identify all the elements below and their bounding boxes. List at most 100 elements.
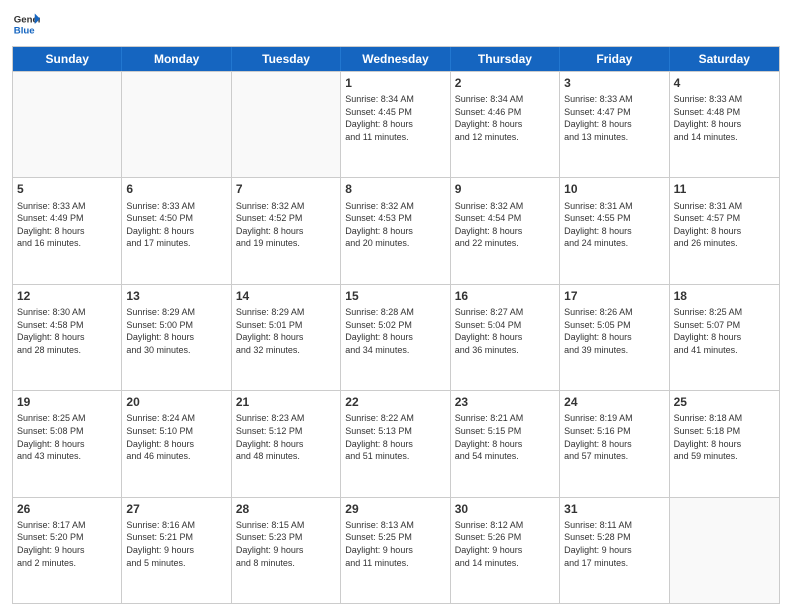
day-number: 20 xyxy=(126,394,226,410)
day-number: 24 xyxy=(564,394,664,410)
day-cell-30: 30Sunrise: 8:12 AM Sunset: 5:26 PM Dayli… xyxy=(451,498,560,603)
cell-info: Sunrise: 8:34 AM Sunset: 4:46 PM Dayligh… xyxy=(455,93,555,143)
cell-info: Sunrise: 8:18 AM Sunset: 5:18 PM Dayligh… xyxy=(674,412,775,462)
cell-info: Sunrise: 8:26 AM Sunset: 5:05 PM Dayligh… xyxy=(564,306,664,356)
day-number: 22 xyxy=(345,394,445,410)
day-number: 30 xyxy=(455,501,555,517)
cell-info: Sunrise: 8:15 AM Sunset: 5:23 PM Dayligh… xyxy=(236,519,336,569)
day-number: 3 xyxy=(564,75,664,91)
calendar-week-3: 12 Sunrise: 8:30 AM Sunset: 4:58 PM Dayli… xyxy=(13,284,779,390)
day-header-wednesday: Wednesday xyxy=(341,47,450,71)
day-number: 8 xyxy=(345,181,445,197)
cell-info: Sunrise: 8:21 AM Sunset: 5:15 PM Dayligh… xyxy=(455,412,555,462)
day-cell-15: 15 Sunrise: 8:28 AM Sunset: 5:02 PM Dayli… xyxy=(341,285,450,390)
cell-info: Sunrise: 8:25 AM Sunset: 5:08 PM Dayligh… xyxy=(17,412,117,462)
cell-info: Sunrise: 8:33 AM Sunset: 4:48 PM Dayligh… xyxy=(674,93,775,143)
day-number: 6 xyxy=(126,181,226,197)
svg-text:Blue: Blue xyxy=(14,26,35,37)
calendar-week-2: 5Sunrise: 8:33 AM Sunset: 4:49 PM Daylig… xyxy=(13,177,779,283)
day-number: 12 xyxy=(17,288,117,304)
day-header-saturday: Saturday xyxy=(670,47,779,71)
cell-info: Sunrise: 8:32 AM Sunset: 4:54 PM Dayligh… xyxy=(455,200,555,250)
empty-cell xyxy=(13,72,122,177)
day-number: 13 xyxy=(126,288,226,304)
day-cell-22: 22 Sunrise: 8:22 AM Sunset: 5:13 PM Dayli… xyxy=(341,391,450,496)
logo-icon: General Blue xyxy=(12,10,40,38)
day-cell-2: 2 Sunrise: 8:34 AM Sunset: 4:46 PM Daylig… xyxy=(451,72,560,177)
cell-info: Sunrise: 8:29 AM Sunset: 5:01 PM Dayligh… xyxy=(236,306,336,356)
day-cell-26: 26 Sunrise: 8:17 AM Sunset: 5:20 PM Dayli… xyxy=(13,498,122,603)
day-number: 23 xyxy=(455,394,555,410)
day-number: 11 xyxy=(674,181,775,197)
day-number: 14 xyxy=(236,288,336,304)
day-number: 10 xyxy=(564,181,664,197)
day-number: 19 xyxy=(17,394,117,410)
day-cell-16: 16 Sunrise: 8:27 AM Sunset: 5:04 PM Dayli… xyxy=(451,285,560,390)
day-cell-14: 14 Sunrise: 8:29 AM Sunset: 5:01 PM Dayli… xyxy=(232,285,341,390)
day-header-tuesday: Tuesday xyxy=(232,47,341,71)
cell-info: Sunrise: 8:11 AM Sunset: 5:28 PM Dayligh… xyxy=(564,519,664,569)
cell-info: Sunrise: 8:22 AM Sunset: 5:13 PM Dayligh… xyxy=(345,412,445,462)
day-number: 15 xyxy=(345,288,445,304)
day-header-sunday: Sunday xyxy=(13,47,122,71)
day-number: 28 xyxy=(236,501,336,517)
day-cell-10: 10 Sunrise: 8:31 AM Sunset: 4:55 PM Dayli… xyxy=(560,178,669,283)
day-header-monday: Monday xyxy=(122,47,231,71)
cell-info: Sunrise: 8:33 AM Sunset: 4:50 PM Dayligh… xyxy=(126,200,226,250)
cell-info: Sunrise: 8:31 AM Sunset: 4:55 PM Dayligh… xyxy=(564,200,664,250)
empty-cell xyxy=(670,498,779,603)
day-number: 7 xyxy=(236,181,336,197)
day-cell-31: 31Sunrise: 8:11 AM Sunset: 5:28 PM Dayli… xyxy=(560,498,669,603)
day-number: 9 xyxy=(455,181,555,197)
day-cell-21: 21 Sunrise: 8:23 AM Sunset: 5:12 PM Dayli… xyxy=(232,391,341,496)
day-cell-28: 28 Sunrise: 8:15 AM Sunset: 5:23 PM Dayli… xyxy=(232,498,341,603)
calendar-week-4: 19 Sunrise: 8:25 AM Sunset: 5:08 PM Dayli… xyxy=(13,390,779,496)
cell-info: Sunrise: 8:19 AM Sunset: 5:16 PM Dayligh… xyxy=(564,412,664,462)
calendar-week-1: 1Sunrise: 8:34 AM Sunset: 4:45 PM Daylig… xyxy=(13,71,779,177)
day-number: 5 xyxy=(17,181,117,197)
day-cell-19: 19 Sunrise: 8:25 AM Sunset: 5:08 PM Dayli… xyxy=(13,391,122,496)
cell-info: Sunrise: 8:32 AM Sunset: 4:53 PM Dayligh… xyxy=(345,200,445,250)
day-number: 18 xyxy=(674,288,775,304)
day-cell-9: 9 Sunrise: 8:32 AM Sunset: 4:54 PM Daylig… xyxy=(451,178,560,283)
cell-info: Sunrise: 8:13 AM Sunset: 5:25 PM Dayligh… xyxy=(345,519,445,569)
day-number: 16 xyxy=(455,288,555,304)
day-cell-20: 20 Sunrise: 8:24 AM Sunset: 5:10 PM Dayli… xyxy=(122,391,231,496)
cell-info: Sunrise: 8:16 AM Sunset: 5:21 PM Dayligh… xyxy=(126,519,226,569)
day-cell-12: 12 Sunrise: 8:30 AM Sunset: 4:58 PM Dayli… xyxy=(13,285,122,390)
day-number: 17 xyxy=(564,288,664,304)
cell-info: Sunrise: 8:33 AM Sunset: 4:47 PM Dayligh… xyxy=(564,93,664,143)
cell-info: Sunrise: 8:29 AM Sunset: 5:00 PM Dayligh… xyxy=(126,306,226,356)
day-number: 26 xyxy=(17,501,117,517)
cell-info: Sunrise: 8:30 AM Sunset: 4:58 PM Dayligh… xyxy=(17,306,117,356)
day-cell-25: 25 Sunrise: 8:18 AM Sunset: 5:18 PM Dayli… xyxy=(670,391,779,496)
day-number: 25 xyxy=(674,394,775,410)
day-number: 2 xyxy=(455,75,555,91)
day-cell-23: 23 Sunrise: 8:21 AM Sunset: 5:15 PM Dayli… xyxy=(451,391,560,496)
cell-info: Sunrise: 8:28 AM Sunset: 5:02 PM Dayligh… xyxy=(345,306,445,356)
calendar-header-row: SundayMondayTuesdayWednesdayThursdayFrid… xyxy=(13,47,779,71)
day-cell-29: 29Sunrise: 8:13 AM Sunset: 5:25 PM Dayli… xyxy=(341,498,450,603)
page-container: General Blue SundayMondayTuesdayWednesda… xyxy=(0,0,792,612)
cell-info: Sunrise: 8:32 AM Sunset: 4:52 PM Dayligh… xyxy=(236,200,336,250)
day-cell-8: 8 Sunrise: 8:32 AM Sunset: 4:53 PM Daylig… xyxy=(341,178,450,283)
cell-info: Sunrise: 8:17 AM Sunset: 5:20 PM Dayligh… xyxy=(17,519,117,569)
day-cell-18: 18Sunrise: 8:25 AM Sunset: 5:07 PM Dayli… xyxy=(670,285,779,390)
cell-info: Sunrise: 8:31 AM Sunset: 4:57 PM Dayligh… xyxy=(674,200,775,250)
day-cell-1: 1Sunrise: 8:34 AM Sunset: 4:45 PM Daylig… xyxy=(341,72,450,177)
day-cell-6: 6 Sunrise: 8:33 AM Sunset: 4:50 PM Daylig… xyxy=(122,178,231,283)
logo: General Blue xyxy=(12,10,40,38)
day-cell-3: 3 Sunrise: 8:33 AM Sunset: 4:47 PM Daylig… xyxy=(560,72,669,177)
day-header-thursday: Thursday xyxy=(451,47,560,71)
cell-info: Sunrise: 8:27 AM Sunset: 5:04 PM Dayligh… xyxy=(455,306,555,356)
day-cell-4: 4 Sunrise: 8:33 AM Sunset: 4:48 PM Daylig… xyxy=(670,72,779,177)
empty-cell xyxy=(232,72,341,177)
day-number: 1 xyxy=(345,75,445,91)
day-number: 4 xyxy=(674,75,775,91)
day-number: 21 xyxy=(236,394,336,410)
cell-info: Sunrise: 8:23 AM Sunset: 5:12 PM Dayligh… xyxy=(236,412,336,462)
calendar-body: 1Sunrise: 8:34 AM Sunset: 4:45 PM Daylig… xyxy=(13,71,779,603)
cell-info: Sunrise: 8:24 AM Sunset: 5:10 PM Dayligh… xyxy=(126,412,226,462)
day-cell-5: 5Sunrise: 8:33 AM Sunset: 4:49 PM Daylig… xyxy=(13,178,122,283)
calendar: SundayMondayTuesdayWednesdayThursdayFrid… xyxy=(12,46,780,604)
